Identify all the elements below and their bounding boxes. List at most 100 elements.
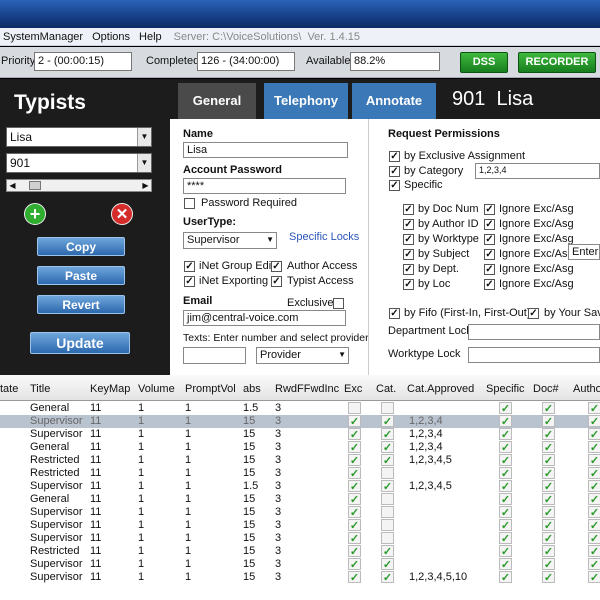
- by-your-save-checkbox[interactable]: ✓: [528, 308, 539, 319]
- author-check-icon[interactable]: ✓: [588, 428, 600, 441]
- table-row[interactable]: Supervisor 11 1 1 15 3 ✓ ✓ ✓ ✓: [0, 519, 600, 532]
- specific-check-icon[interactable]: ✓: [499, 519, 512, 532]
- column-header[interactable]: Exc: [344, 383, 362, 395]
- enter-input[interactable]: EnterS: [568, 244, 600, 260]
- typist-access-checkbox[interactable]: ✓: [271, 276, 282, 287]
- menu-options[interactable]: Options: [89, 31, 136, 43]
- cat-check-icon[interactable]: ✓: [381, 415, 394, 428]
- cat-check-icon[interactable]: ✓: [381, 558, 394, 571]
- revert-button[interactable]: Revert: [37, 295, 125, 314]
- cat-check-icon[interactable]: ✓: [381, 454, 394, 467]
- category-input[interactable]: 1,2,3,4: [475, 163, 600, 179]
- tab-general[interactable]: General: [178, 83, 256, 119]
- cat-check-icon[interactable]: ✓: [381, 428, 394, 441]
- table-row[interactable]: Restricted 11 1 1 15 3 ✓ ✓ 1,2,3,4,5 ✓ ✓ ✓: [0, 454, 600, 467]
- table-row[interactable]: Supervisor 11 1 1 15 3 ✓ ✓ 1,2,3,4,5,10 ✓ ✓ ✓: [0, 571, 600, 584]
- column-header[interactable]: Title: [30, 383, 50, 395]
- text-number-input[interactable]: [183, 347, 246, 364]
- specific-check-icon[interactable]: ✓: [499, 532, 512, 545]
- password-input[interactable]: ****: [183, 178, 346, 194]
- exc-check-icon[interactable]: ✓: [348, 415, 361, 428]
- table-row[interactable]: Supervisor 11 1 1 15 3 ✓ ✓ ✓ ✓: [0, 532, 600, 545]
- specific-check-icon[interactable]: ✓: [499, 480, 512, 493]
- ignore-exc-checkbox[interactable]: ✓: [484, 279, 495, 290]
- exc-check-icon[interactable]: ✓: [348, 558, 361, 571]
- author-check-icon[interactable]: ✓: [588, 571, 600, 584]
- specific-check-icon[interactable]: ✓: [499, 402, 512, 415]
- recorder-button[interactable]: RECORDER: [518, 52, 596, 73]
- sub-perm-checkbox[interactable]: ✓: [403, 219, 414, 230]
- email-input[interactable]: jim@central-voice.com: [183, 310, 346, 326]
- typist-id-select[interactable]: 901 ▼: [6, 153, 152, 173]
- exc-check-icon[interactable]: ✓: [348, 545, 361, 558]
- cat-check-icon[interactable]: [381, 532, 394, 544]
- table-row[interactable]: Supervisor 11 1 1 15 3 ✓ ✓ ✓ ✓ ✓: [0, 558, 600, 571]
- dss-button[interactable]: DSS: [460, 52, 508, 73]
- table-row[interactable]: General 11 1 1 15 3 ✓ ✓ ✓ ✓: [0, 493, 600, 506]
- doc-check-icon[interactable]: ✓: [542, 428, 555, 441]
- usertype-select[interactable]: Supervisor ▼: [183, 232, 277, 249]
- column-header[interactable]: Cat.: [376, 383, 396, 395]
- column-header[interactable]: PromptVol: [185, 383, 236, 395]
- author-check-icon[interactable]: ✓: [588, 519, 600, 532]
- scroll-left-icon[interactable]: ◀: [7, 180, 18, 191]
- table-row[interactable]: Supervisor 11 1 1 1.5 3 ✓ ✓ 1,2,3,4,5 ✓ ✓ ✓: [0, 480, 600, 493]
- name-input[interactable]: Lisa: [183, 142, 348, 158]
- author-check-icon[interactable]: ✓: [588, 480, 600, 493]
- author-check-icon[interactable]: ✓: [588, 545, 600, 558]
- author-check-icon[interactable]: ✓: [588, 454, 600, 467]
- ignore-exc-checkbox[interactable]: ✓: [484, 204, 495, 215]
- cat-check-icon[interactable]: [381, 506, 394, 518]
- by-fifo-checkbox[interactable]: ✓: [389, 308, 400, 319]
- author-check-icon[interactable]: ✓: [588, 415, 600, 428]
- cat-check-icon[interactable]: ✓: [381, 441, 394, 454]
- exc-check-icon[interactable]: ✓: [348, 441, 361, 454]
- specific-check-icon[interactable]: ✓: [499, 415, 512, 428]
- by-exclusive-checkbox[interactable]: ✓: [389, 151, 400, 162]
- column-header[interactable]: Cat.Approved: [407, 383, 474, 395]
- author-check-icon[interactable]: ✓: [588, 558, 600, 571]
- exc-check-icon[interactable]: ✓: [348, 571, 361, 584]
- column-header[interactable]: KeyMap: [90, 383, 130, 395]
- column-header[interactable]: abs: [243, 383, 261, 395]
- horizontal-scrollbar[interactable]: ◀ ▶: [6, 179, 152, 192]
- doc-check-icon[interactable]: ✓: [542, 480, 555, 493]
- exc-check-icon[interactable]: ✓: [348, 454, 361, 467]
- sub-perm-checkbox[interactable]: ✓: [403, 234, 414, 245]
- password-required-checkbox[interactable]: [184, 198, 195, 209]
- tab-annotate[interactable]: Annotate: [352, 83, 436, 119]
- table-row[interactable]: General 11 1 1 15 3 ✓ ✓ 1,2,3,4 ✓ ✓ ✓: [0, 441, 600, 454]
- specific-check-icon[interactable]: ✓: [499, 454, 512, 467]
- doc-check-icon[interactable]: ✓: [542, 558, 555, 571]
- table-row[interactable]: Supervisor 11 1 1 15 3 ✓ ✓ 1,2,3,4 ✓ ✓ ✓: [0, 428, 600, 441]
- exc-check-icon[interactable]: [348, 402, 361, 414]
- worktype-lock-input[interactable]: [468, 347, 600, 363]
- doc-check-icon[interactable]: ✓: [542, 493, 555, 506]
- ignore-exc-checkbox[interactable]: ✓: [484, 264, 495, 275]
- inet-group-edit-checkbox[interactable]: ✓: [184, 261, 195, 272]
- specific-check-icon[interactable]: ✓: [499, 545, 512, 558]
- plus-icon[interactable]: +: [24, 203, 46, 225]
- cat-check-icon[interactable]: [381, 467, 394, 479]
- specific-check-icon[interactable]: ✓: [499, 558, 512, 571]
- tab-telephony[interactable]: Telephony: [264, 83, 348, 119]
- ignore-exc-checkbox[interactable]: ✓: [484, 234, 495, 245]
- update-button[interactable]: Update: [30, 332, 130, 354]
- cat-check-icon[interactable]: ✓: [381, 571, 394, 584]
- doc-check-icon[interactable]: ✓: [542, 454, 555, 467]
- cat-check-icon[interactable]: ✓: [381, 480, 394, 493]
- scroll-right-icon[interactable]: ▶: [140, 180, 151, 191]
- column-header[interactable]: RwdFFwdInc: [275, 383, 339, 395]
- exc-check-icon[interactable]: ✓: [348, 428, 361, 441]
- exc-check-icon[interactable]: ✓: [348, 519, 361, 532]
- specific-checkbox[interactable]: ✓: [389, 180, 400, 191]
- sub-perm-checkbox[interactable]: ✓: [403, 279, 414, 290]
- sub-perm-checkbox[interactable]: ✓: [403, 249, 414, 260]
- exc-check-icon[interactable]: ✓: [348, 493, 361, 506]
- author-check-icon[interactable]: ✓: [588, 532, 600, 545]
- doc-check-icon[interactable]: ✓: [542, 571, 555, 584]
- by-category-checkbox[interactable]: ✓: [389, 166, 400, 177]
- specific-check-icon[interactable]: ✓: [499, 571, 512, 584]
- doc-check-icon[interactable]: ✓: [542, 402, 555, 415]
- author-check-icon[interactable]: ✓: [588, 467, 600, 480]
